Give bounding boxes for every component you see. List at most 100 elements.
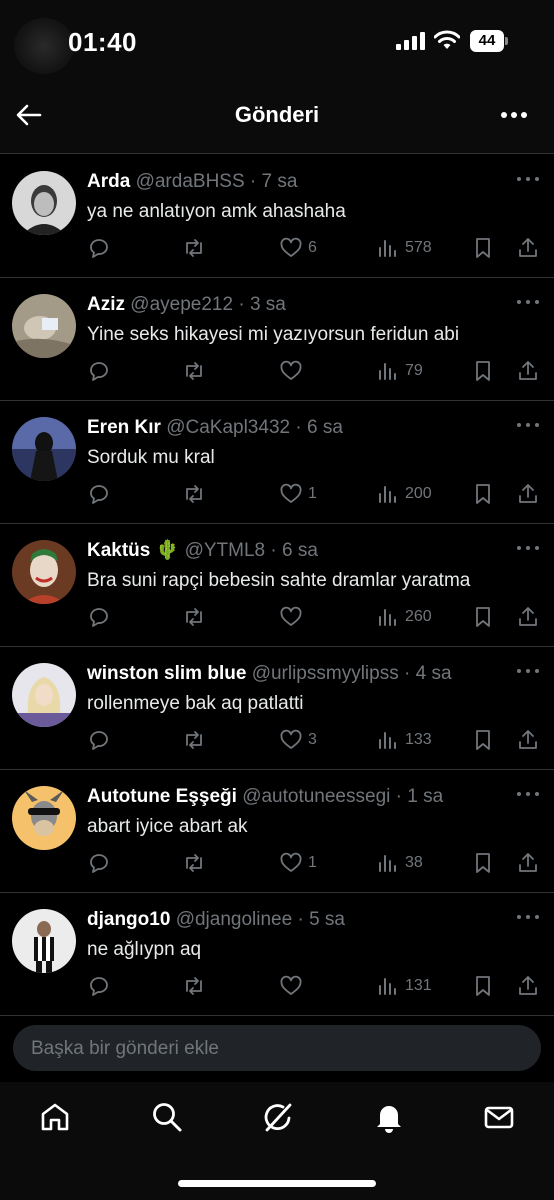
avatar[interactable]	[12, 417, 76, 481]
grok-icon[interactable]	[261, 1100, 295, 1134]
reply-button[interactable]	[87, 356, 111, 386]
share-button[interactable]	[516, 479, 540, 509]
reply-button[interactable]	[87, 602, 111, 632]
repost-button[interactable]	[182, 356, 206, 386]
author-name[interactable]: Autotune Eşşeği	[87, 786, 237, 807]
search-icon[interactable]	[150, 1100, 184, 1134]
author-handle[interactable]: @autotuneessegi	[242, 786, 390, 807]
messages-icon[interactable]	[482, 1100, 516, 1134]
more-options-icon[interactable]	[514, 415, 544, 435]
avatar[interactable]	[12, 786, 76, 850]
like-button[interactable]	[279, 602, 308, 632]
bookmark-icon	[476, 853, 490, 873]
reply-meta: winston slim blue @urlipssmyylipss · 4 s…	[87, 663, 452, 684]
share-button[interactable]	[516, 971, 540, 1001]
author-name[interactable]: Arda	[87, 171, 130, 192]
repost-button[interactable]	[182, 971, 206, 1001]
views-button[interactable]: 578	[376, 233, 432, 263]
bookmark-button[interactable]	[471, 971, 495, 1001]
views-button[interactable]: 131	[376, 971, 432, 1001]
views-button[interactable]: 260	[376, 602, 432, 632]
view-count: 133	[405, 731, 432, 748]
more-options-icon[interactable]	[514, 169, 544, 189]
avatar[interactable]	[12, 540, 76, 604]
more-options-icon[interactable]	[514, 538, 544, 558]
reply-composer-input[interactable]: Başka bir gönderi ekle	[13, 1025, 541, 1071]
comment-icon	[90, 731, 108, 750]
views-button[interactable]: 133	[376, 725, 432, 755]
like-button[interactable]: 1	[279, 848, 317, 878]
author-name[interactable]: Eren Kır	[87, 417, 161, 438]
author-handle[interactable]: @urlipssmyylipss	[252, 663, 399, 684]
like-button[interactable]: 3	[279, 725, 317, 755]
bookmark-button[interactable]	[471, 233, 495, 263]
reply-button[interactable]	[87, 479, 111, 509]
bookmark-button[interactable]	[471, 602, 495, 632]
views-button[interactable]: 38	[376, 848, 423, 878]
comment-icon	[90, 977, 108, 996]
home-icon[interactable]	[38, 1100, 72, 1134]
share-button[interactable]	[516, 725, 540, 755]
like-button[interactable]: 1	[279, 479, 317, 509]
battery-tip	[505, 37, 508, 45]
avatar[interactable]	[12, 294, 76, 358]
author-name[interactable]: django10	[87, 909, 170, 930]
bookmark-icon	[476, 484, 490, 504]
author-name[interactable]: Aziz	[87, 294, 125, 315]
reply-item[interactable]: winston slim blue @urlipssmyylipss · 4 s…	[0, 647, 554, 770]
reply-button[interactable]	[87, 971, 111, 1001]
reply-button[interactable]	[87, 725, 111, 755]
bookmark-button[interactable]	[471, 848, 495, 878]
reply-item[interactable]: Arda @ardaBHSS · 7 sa ya ne anlatıyon am…	[0, 155, 554, 278]
share-button[interactable]	[516, 356, 540, 386]
repost-button[interactable]	[182, 602, 206, 632]
share-button[interactable]	[516, 848, 540, 878]
comment-icon	[90, 854, 108, 873]
more-options-icon[interactable]	[514, 661, 544, 681]
more-options-icon[interactable]	[514, 292, 544, 312]
author-handle[interactable]: @YTML8	[185, 540, 266, 561]
bookmark-button[interactable]	[471, 725, 495, 755]
bookmark-button[interactable]	[471, 356, 495, 386]
author-handle[interactable]: @ayepe212	[130, 294, 233, 315]
like-button[interactable]	[279, 971, 308, 1001]
reply-meta: Eren Kır @CaKapl3432 · 6 sa	[87, 417, 343, 438]
share-button[interactable]	[516, 602, 540, 632]
author-handle[interactable]: @ardaBHSS	[136, 171, 245, 192]
reply-button[interactable]	[87, 848, 111, 878]
share-button[interactable]	[516, 233, 540, 263]
avatar[interactable]	[12, 909, 76, 973]
reply-item[interactable]: Aziz @ayepe212 · 3 sa Yine seks hikayesi…	[0, 278, 554, 401]
repost-button[interactable]	[182, 479, 206, 509]
reply-text: rollenmeye bak aq patlatti	[87, 693, 304, 714]
page-title: Gönderi	[234, 102, 320, 127]
more-options-icon[interactable]	[514, 907, 544, 927]
view-count: 38	[405, 854, 423, 871]
author-name[interactable]: Kaktüs 🌵	[87, 540, 179, 561]
repost-button[interactable]	[182, 233, 206, 263]
heart-icon	[280, 975, 302, 995]
views-button[interactable]: 79	[376, 356, 423, 386]
author-handle[interactable]: @CaKapl3432	[166, 417, 290, 438]
more-horizontal-icon[interactable]	[498, 100, 530, 130]
reply-button[interactable]	[87, 233, 111, 263]
reply-item[interactable]: Autotune Eşşeği @autotuneessegi · 1 sa a…	[0, 770, 554, 893]
repost-button[interactable]	[182, 725, 206, 755]
repost-button[interactable]	[182, 848, 206, 878]
avatar[interactable]	[12, 171, 76, 235]
author-handle[interactable]: @djangolinee	[176, 909, 293, 930]
views-button[interactable]: 200	[376, 479, 432, 509]
author-name[interactable]: winston slim blue	[87, 663, 246, 684]
like-button[interactable]	[279, 356, 308, 386]
reply-item[interactable]: django10 @djangolinee · 5 sa ne ağlıypn …	[0, 893, 554, 1016]
more-options-icon[interactable]	[514, 784, 544, 804]
like-count: 3	[308, 731, 317, 748]
reply-item[interactable]: Kaktüs 🌵 @YTML8 · 6 sa Bra suni rapçi be…	[0, 524, 554, 647]
bottom-navigation	[0, 1082, 554, 1200]
avatar[interactable]	[12, 663, 76, 727]
reply-text: abart iyice abart ak	[87, 816, 248, 837]
reply-item[interactable]: Eren Kır @CaKapl3432 · 6 sa Sorduk mu kr…	[0, 401, 554, 524]
notifications-icon[interactable]	[372, 1100, 406, 1134]
like-button[interactable]: 6	[279, 233, 317, 263]
bookmark-button[interactable]	[471, 479, 495, 509]
